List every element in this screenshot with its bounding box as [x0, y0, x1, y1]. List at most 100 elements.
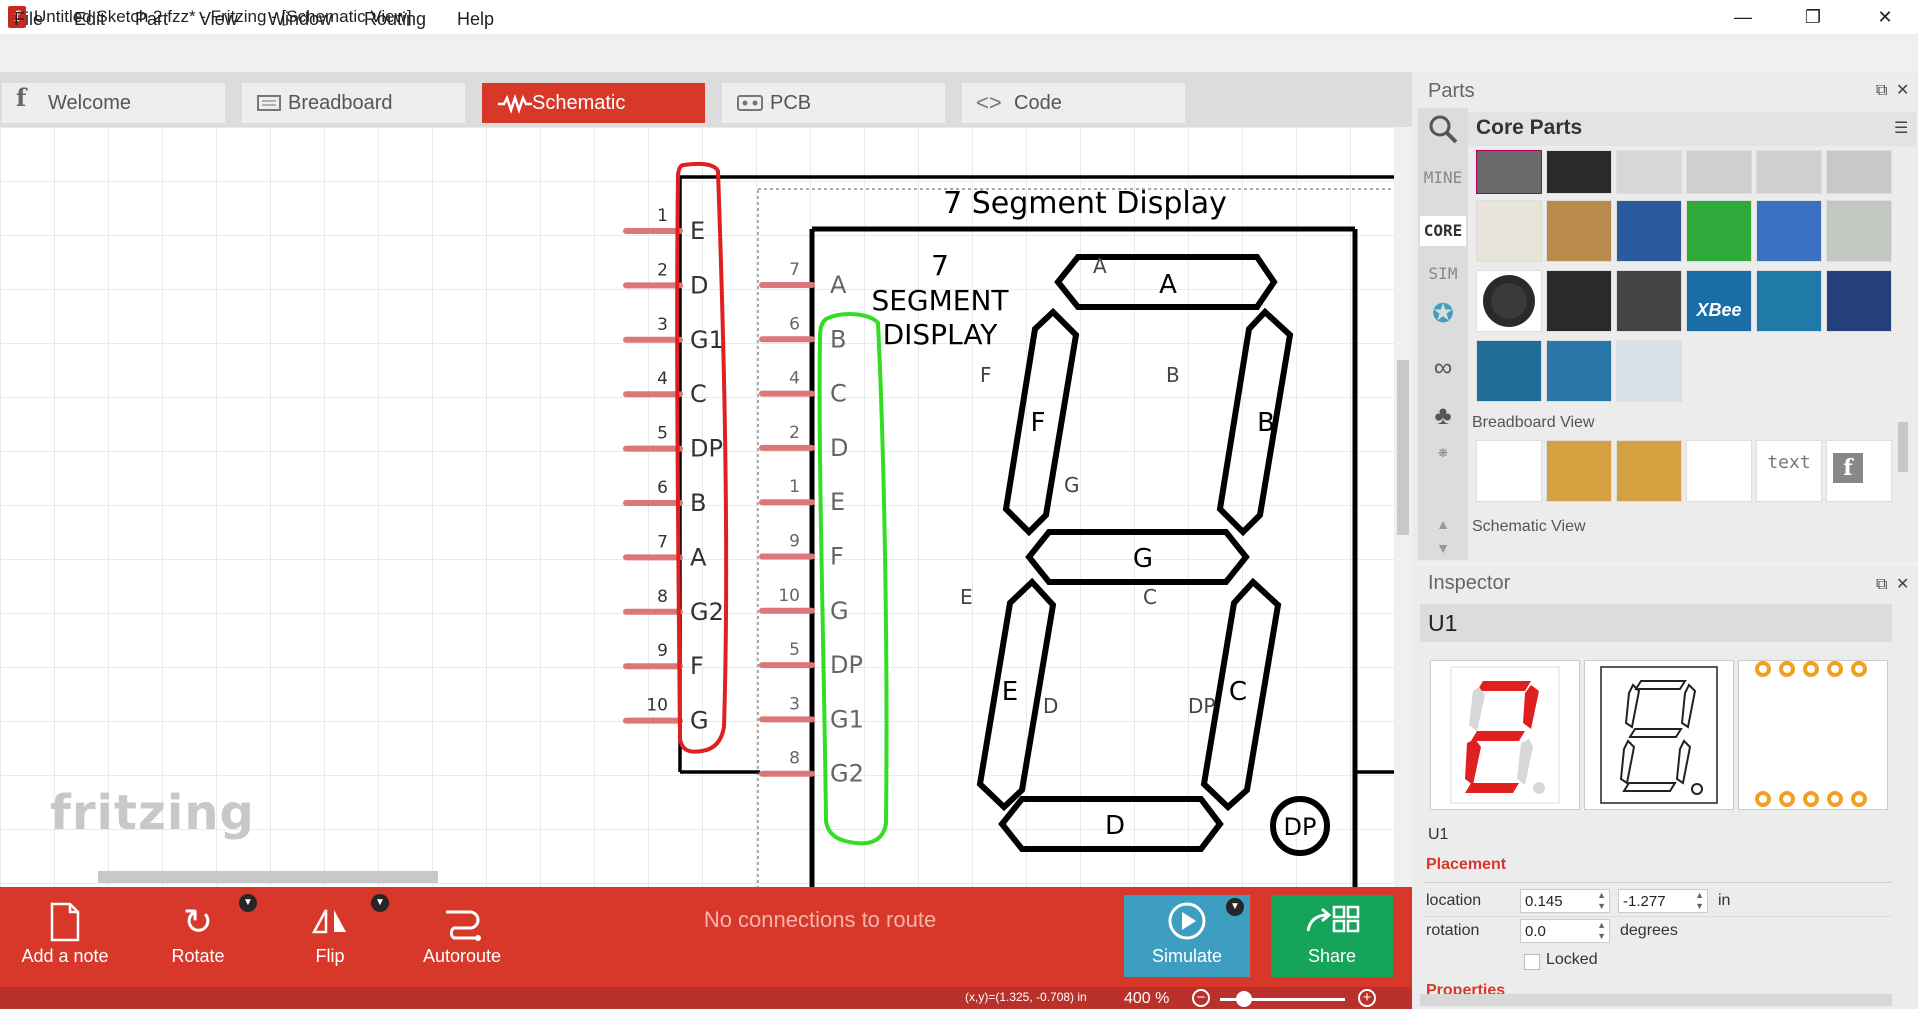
pcb-pad [1803, 661, 1819, 677]
pin-label: B [690, 489, 706, 517]
inspector-float-icon[interactable]: ⧉ [1876, 576, 1887, 594]
segment-b[interactable] [1216, 307, 1294, 537]
rotation-spinbox[interactable]: 0.0 ▲ ▼ [1520, 919, 1610, 943]
part-thumb[interactable] [1756, 150, 1822, 194]
zoom-slider-handle[interactable] [1236, 991, 1252, 1007]
part-thumb[interactable] [1546, 340, 1612, 402]
pin-label: G2 [830, 760, 864, 788]
rotate-button[interactable]: ↻ Rotate [143, 898, 253, 967]
location-x-spinbox[interactable]: 0.145 ▲ ▼ [1520, 889, 1610, 913]
maximize-button[interactable]: ❐ [1784, 0, 1842, 34]
part-thumb[interactable] [1756, 270, 1822, 332]
pcb-footprint-icon [1755, 661, 1867, 807]
spinbox-arrows-icon[interactable]: ▲ ▼ [1695, 890, 1704, 912]
menu-window[interactable]: Window [268, 9, 332, 30]
bin-scroll-up-icon[interactable]: ▲ [1420, 516, 1466, 532]
part-thumb[interactable] [1616, 340, 1682, 402]
part-thumb[interactable] [1826, 270, 1892, 332]
part-thumb[interactable] [1756, 200, 1822, 262]
share-icon [1271, 901, 1393, 946]
autoroute-button[interactable]: Autoroute [407, 898, 517, 967]
part-thumb[interactable] [1476, 270, 1542, 332]
part-thumb-xbee[interactable]: XBee [1686, 270, 1752, 332]
inspector-close-icon[interactable]: ✕ [1896, 574, 1909, 594]
tab-welcome[interactable]: f Welcome [2, 83, 225, 123]
part-thumb[interactable] [1546, 440, 1612, 502]
menu-part[interactable]: Part [135, 9, 168, 30]
part-thumb[interactable] [1476, 150, 1542, 194]
parts-close-icon[interactable]: ✕ [1896, 80, 1909, 100]
bin-tab-sim[interactable]: SIM [1420, 264, 1466, 283]
pin-label: B [830, 325, 846, 353]
part-thumb[interactable] [1476, 440, 1542, 502]
pin-number: 4 [657, 369, 668, 389]
part-thumb[interactable] [1546, 200, 1612, 262]
part-thumb[interactable] [1826, 150, 1892, 194]
parts-float-icon[interactable]: ⧉ [1876, 82, 1887, 100]
flip-dropdown-chevron-icon[interactable]: ▼ [371, 894, 389, 912]
minimize-button[interactable]: — [1714, 0, 1772, 34]
note-icon [10, 898, 120, 946]
part-thumb[interactable] [1616, 440, 1682, 502]
menu-routing[interactable]: Routing [364, 9, 426, 30]
spinbox-arrows-icon[interactable]: ▲ ▼ [1597, 890, 1606, 912]
canvas-vertical-scroll-thumb[interactable] [1397, 360, 1409, 535]
add-note-button[interactable]: Add a note [10, 898, 120, 967]
bin-tab-contrib-icon[interactable]: ✪ [1420, 298, 1466, 329]
menu-view[interactable]: View [199, 9, 238, 30]
zoom-out-button[interactable]: − [1192, 989, 1210, 1007]
part-thumb[interactable] [1616, 270, 1682, 332]
part-thumb[interactable] [1476, 340, 1542, 402]
part-thumb[interactable] [1546, 150, 1612, 194]
menu-file[interactable]: File [14, 9, 43, 30]
code-brackets-icon: <> [976, 90, 1002, 115]
simulate-dropdown-chevron-icon[interactable]: ▼ [1226, 898, 1244, 916]
tab-code[interactable]: <> Code [962, 83, 1185, 123]
canvas-horizontal-scroll-thumb[interactable] [98, 871, 438, 883]
pin-number: 7 [789, 260, 800, 280]
part-thumb-text[interactable]: text [1756, 440, 1822, 502]
inspector-horizontal-scrollbar[interactable] [1420, 994, 1892, 1006]
menu-help[interactable]: Help [457, 9, 494, 30]
bin-tab-arduino-icon[interactable]: ∞ [1420, 352, 1466, 383]
flip-icon [275, 898, 385, 946]
location-y-spinbox[interactable]: -1.277 ▲ ▼ [1618, 889, 1708, 913]
bin-menu-icon[interactable]: ☰ [1894, 118, 1908, 138]
bin-tab-snap-icon[interactable]: ♣ [1420, 400, 1466, 431]
menu-edit[interactable]: Edit [74, 9, 105, 30]
zoom-in-button[interactable]: + [1358, 989, 1376, 1007]
rotate-dropdown-chevron-icon[interactable]: ▼ [239, 894, 257, 912]
schematic-canvas[interactable]: 7 Segment Display 7 SEGMENT DISPLAY 1 E 2 D… [0, 127, 1394, 887]
part-thumb[interactable] [1616, 200, 1682, 262]
part-thumb[interactable] [1616, 150, 1682, 194]
close-button[interactable]: ✕ [1856, 0, 1914, 34]
bin-tab-seeed-icon[interactable]: ❋ [1420, 446, 1466, 460]
part-thumb[interactable] [1476, 200, 1542, 262]
properties-header: Properties [1426, 982, 1506, 994]
flip-button[interactable]: Flip [275, 898, 385, 967]
share-button[interactable]: Share [1271, 895, 1393, 977]
tab-breadboard[interactable]: Breadboard [242, 83, 465, 123]
pin-label: G [830, 597, 849, 625]
parts-scroll-thumb[interactable] [1898, 422, 1908, 472]
pin-label: C [830, 380, 847, 408]
parts-search-icon[interactable] [1420, 112, 1466, 151]
bin-scroll-down-icon[interactable]: ▼ [1420, 540, 1466, 556]
share-label: Share [1307, 946, 1357, 966]
tab-schematic[interactable]: Schematic [482, 83, 705, 123]
bin-tab-core[interactable]: CORE [1420, 216, 1466, 246]
part-thumb-logo[interactable]: f [1826, 440, 1892, 502]
pin-number: 1 [789, 477, 800, 497]
part-thumb[interactable] [1686, 150, 1752, 194]
schematic-preview [1584, 660, 1734, 810]
part-thumb[interactable] [1686, 440, 1752, 502]
part-thumb[interactable] [1686, 200, 1752, 262]
seven-segment-schematic[interactable]: 7 Segment Display 7 SEGMENT DISPLAY 1 E 2 D… [0, 127, 1394, 887]
bin-tab-mine[interactable]: MINE [1420, 168, 1466, 187]
pcb-pad [1851, 661, 1867, 677]
tab-pcb[interactable]: PCB [722, 83, 945, 123]
spinbox-arrows-icon[interactable]: ▲ ▼ [1597, 920, 1606, 942]
locked-checkbox[interactable] [1524, 954, 1540, 970]
part-thumb[interactable] [1826, 200, 1892, 262]
part-thumb[interactable] [1546, 270, 1612, 332]
